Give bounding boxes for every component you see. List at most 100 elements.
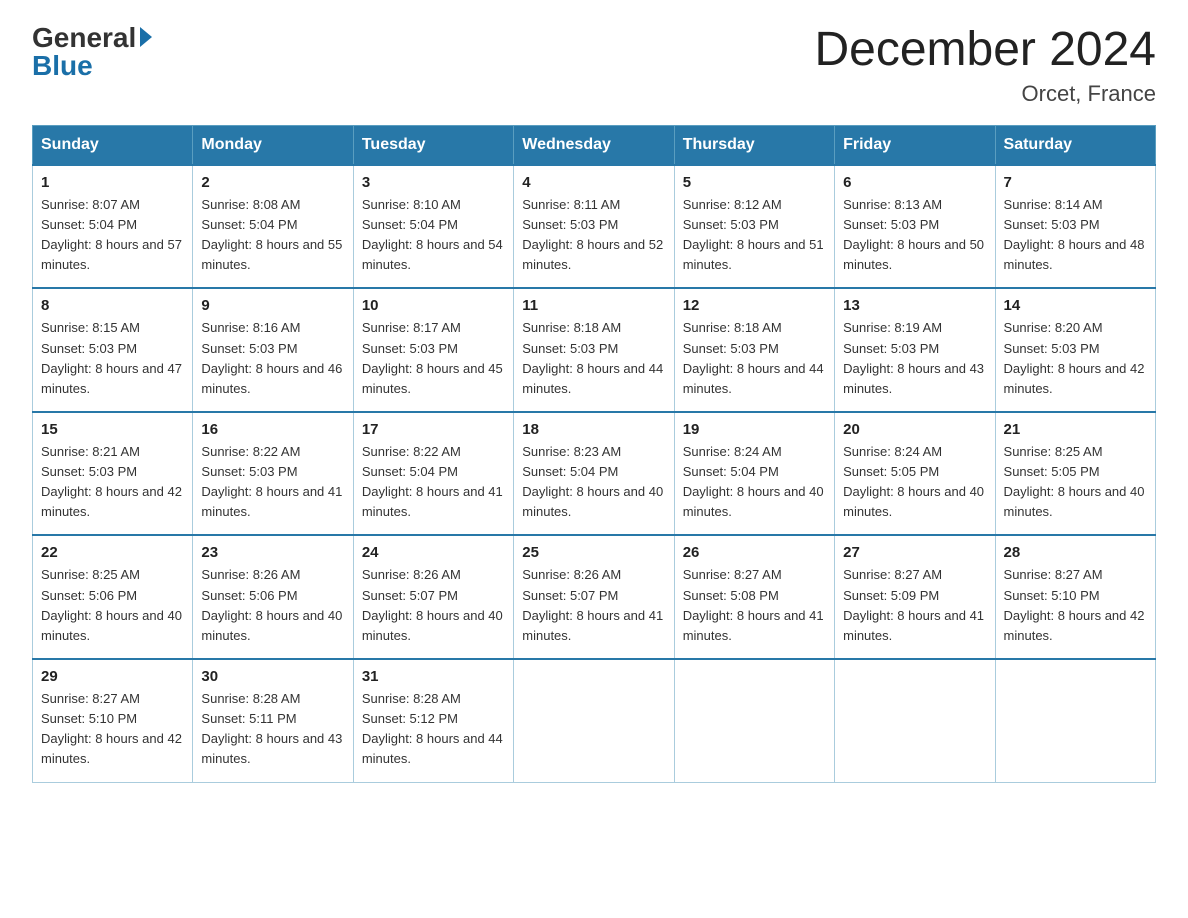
day-number: 15 — [41, 421, 184, 438]
calendar-cell: 9 Sunrise: 8:16 AMSunset: 5:03 PMDayligh… — [193, 288, 353, 412]
day-number: 5 — [683, 174, 826, 191]
day-number: 22 — [41, 544, 184, 561]
header-day-friday: Friday — [835, 125, 995, 165]
day-number: 24 — [362, 544, 505, 561]
calendar-cell — [514, 659, 674, 782]
day-info: Sunrise: 8:27 AMSunset: 5:10 PMDaylight:… — [41, 691, 182, 766]
day-number: 23 — [201, 544, 344, 561]
day-number: 9 — [201, 297, 344, 314]
calendar-cell: 15 Sunrise: 8:21 AMSunset: 5:03 PMDaylig… — [33, 412, 193, 536]
calendar-cell: 19 Sunrise: 8:24 AMSunset: 5:04 PMDaylig… — [674, 412, 834, 536]
day-number: 27 — [843, 544, 986, 561]
calendar-cell: 17 Sunrise: 8:22 AMSunset: 5:04 PMDaylig… — [353, 412, 513, 536]
calendar-cell: 21 Sunrise: 8:25 AMSunset: 5:05 PMDaylig… — [995, 412, 1155, 536]
calendar-cell: 10 Sunrise: 8:17 AMSunset: 5:03 PMDaylig… — [353, 288, 513, 412]
calendar-cell: 4 Sunrise: 8:11 AMSunset: 5:03 PMDayligh… — [514, 165, 674, 289]
week-row-2: 8 Sunrise: 8:15 AMSunset: 5:03 PMDayligh… — [33, 288, 1156, 412]
day-info: Sunrise: 8:10 AMSunset: 5:04 PMDaylight:… — [362, 197, 503, 272]
day-number: 12 — [683, 297, 826, 314]
day-info: Sunrise: 8:27 AMSunset: 5:10 PMDaylight:… — [1004, 567, 1145, 642]
day-number: 4 — [522, 174, 665, 191]
calendar-cell: 18 Sunrise: 8:23 AMSunset: 5:04 PMDaylig… — [514, 412, 674, 536]
calendar-cell — [835, 659, 995, 782]
day-number: 17 — [362, 421, 505, 438]
calendar-cell: 24 Sunrise: 8:26 AMSunset: 5:07 PMDaylig… — [353, 535, 513, 659]
calendar-cell: 2 Sunrise: 8:08 AMSunset: 5:04 PMDayligh… — [193, 165, 353, 289]
header-day-thursday: Thursday — [674, 125, 834, 165]
header-day-sunday: Sunday — [33, 125, 193, 165]
day-number: 6 — [843, 174, 986, 191]
calendar-cell: 22 Sunrise: 8:25 AMSunset: 5:06 PMDaylig… — [33, 535, 193, 659]
day-info: Sunrise: 8:16 AMSunset: 5:03 PMDaylight:… — [201, 320, 342, 395]
calendar-cell: 5 Sunrise: 8:12 AMSunset: 5:03 PMDayligh… — [674, 165, 834, 289]
week-row-3: 15 Sunrise: 8:21 AMSunset: 5:03 PMDaylig… — [33, 412, 1156, 536]
calendar-cell: 3 Sunrise: 8:10 AMSunset: 5:04 PMDayligh… — [353, 165, 513, 289]
day-info: Sunrise: 8:21 AMSunset: 5:03 PMDaylight:… — [41, 444, 182, 519]
calendar-cell — [995, 659, 1155, 782]
day-info: Sunrise: 8:26 AMSunset: 5:07 PMDaylight:… — [362, 567, 503, 642]
day-info: Sunrise: 8:19 AMSunset: 5:03 PMDaylight:… — [843, 320, 984, 395]
day-info: Sunrise: 8:28 AMSunset: 5:12 PMDaylight:… — [362, 691, 503, 766]
calendar-cell — [674, 659, 834, 782]
day-number: 30 — [201, 668, 344, 685]
day-info: Sunrise: 8:12 AMSunset: 5:03 PMDaylight:… — [683, 197, 824, 272]
day-info: Sunrise: 8:25 AMSunset: 5:06 PMDaylight:… — [41, 567, 182, 642]
day-number: 11 — [522, 297, 665, 314]
calendar-cell: 26 Sunrise: 8:27 AMSunset: 5:08 PMDaylig… — [674, 535, 834, 659]
calendar-cell: 25 Sunrise: 8:26 AMSunset: 5:07 PMDaylig… — [514, 535, 674, 659]
calendar-cell: 29 Sunrise: 8:27 AMSunset: 5:10 PMDaylig… — [33, 659, 193, 782]
calendar-subtitle: Orcet, France — [814, 81, 1156, 107]
calendar-cell: 11 Sunrise: 8:18 AMSunset: 5:03 PMDaylig… — [514, 288, 674, 412]
calendar-cell: 14 Sunrise: 8:20 AMSunset: 5:03 PMDaylig… — [995, 288, 1155, 412]
day-number: 14 — [1004, 297, 1147, 314]
calendar-cell: 28 Sunrise: 8:27 AMSunset: 5:10 PMDaylig… — [995, 535, 1155, 659]
day-number: 25 — [522, 544, 665, 561]
logo-general: General — [32, 24, 136, 52]
day-info: Sunrise: 8:25 AMSunset: 5:05 PMDaylight:… — [1004, 444, 1145, 519]
day-number: 3 — [362, 174, 505, 191]
calendar-title: December 2024 — [814, 24, 1156, 77]
day-info: Sunrise: 8:26 AMSunset: 5:07 PMDaylight:… — [522, 567, 663, 642]
calendar-cell: 27 Sunrise: 8:27 AMSunset: 5:09 PMDaylig… — [835, 535, 995, 659]
day-info: Sunrise: 8:22 AMSunset: 5:04 PMDaylight:… — [362, 444, 503, 519]
day-info: Sunrise: 8:27 AMSunset: 5:09 PMDaylight:… — [843, 567, 984, 642]
day-info: Sunrise: 8:20 AMSunset: 5:03 PMDaylight:… — [1004, 320, 1145, 395]
day-number: 13 — [843, 297, 986, 314]
day-info: Sunrise: 8:28 AMSunset: 5:11 PMDaylight:… — [201, 691, 342, 766]
logo-blue: Blue — [32, 52, 93, 80]
header-day-monday: Monday — [193, 125, 353, 165]
week-row-4: 22 Sunrise: 8:25 AMSunset: 5:06 PMDaylig… — [33, 535, 1156, 659]
calendar-cell: 1 Sunrise: 8:07 AMSunset: 5:04 PMDayligh… — [33, 165, 193, 289]
day-number: 29 — [41, 668, 184, 685]
day-number: 19 — [683, 421, 826, 438]
day-info: Sunrise: 8:26 AMSunset: 5:06 PMDaylight:… — [201, 567, 342, 642]
day-info: Sunrise: 8:17 AMSunset: 5:03 PMDaylight:… — [362, 320, 503, 395]
page-header: General Blue December 2024 Orcet, France — [32, 24, 1156, 107]
calendar-cell: 12 Sunrise: 8:18 AMSunset: 5:03 PMDaylig… — [674, 288, 834, 412]
day-info: Sunrise: 8:18 AMSunset: 5:03 PMDaylight:… — [683, 320, 824, 395]
day-info: Sunrise: 8:13 AMSunset: 5:03 PMDaylight:… — [843, 197, 984, 272]
calendar-table: SundayMondayTuesdayWednesdayThursdayFrid… — [32, 125, 1156, 783]
calendar-cell: 30 Sunrise: 8:28 AMSunset: 5:11 PMDaylig… — [193, 659, 353, 782]
day-number: 26 — [683, 544, 826, 561]
day-number: 2 — [201, 174, 344, 191]
day-number: 20 — [843, 421, 986, 438]
day-info: Sunrise: 8:24 AMSunset: 5:04 PMDaylight:… — [683, 444, 824, 519]
day-info: Sunrise: 8:14 AMSunset: 5:03 PMDaylight:… — [1004, 197, 1145, 272]
day-number: 10 — [362, 297, 505, 314]
day-info: Sunrise: 8:24 AMSunset: 5:05 PMDaylight:… — [843, 444, 984, 519]
calendar-cell: 16 Sunrise: 8:22 AMSunset: 5:03 PMDaylig… — [193, 412, 353, 536]
day-info: Sunrise: 8:08 AMSunset: 5:04 PMDaylight:… — [201, 197, 342, 272]
day-number: 1 — [41, 174, 184, 191]
header-day-saturday: Saturday — [995, 125, 1155, 165]
day-number: 31 — [362, 668, 505, 685]
day-info: Sunrise: 8:27 AMSunset: 5:08 PMDaylight:… — [683, 567, 824, 642]
logo: General Blue — [32, 24, 152, 80]
day-number: 28 — [1004, 544, 1147, 561]
day-number: 7 — [1004, 174, 1147, 191]
logo-arrow-icon — [140, 27, 152, 47]
calendar-cell: 20 Sunrise: 8:24 AMSunset: 5:05 PMDaylig… — [835, 412, 995, 536]
header-day-tuesday: Tuesday — [353, 125, 513, 165]
day-info: Sunrise: 8:07 AMSunset: 5:04 PMDaylight:… — [41, 197, 182, 272]
week-row-1: 1 Sunrise: 8:07 AMSunset: 5:04 PMDayligh… — [33, 165, 1156, 289]
